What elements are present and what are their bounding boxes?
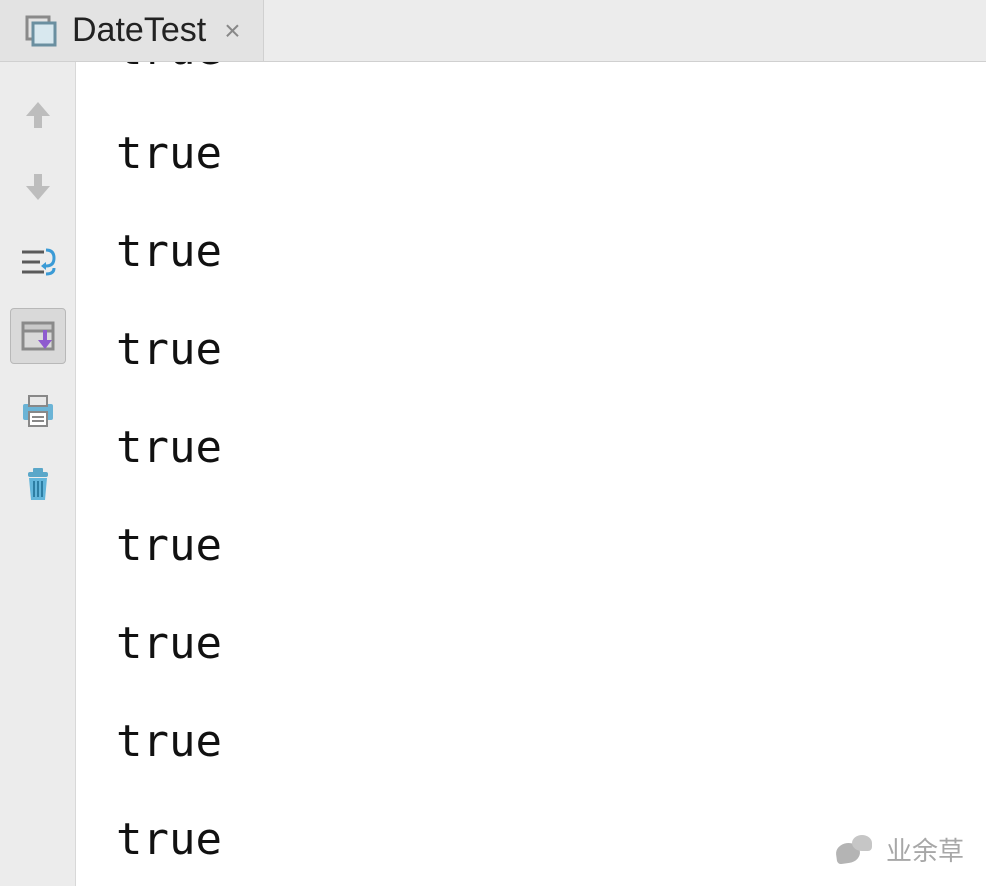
console-line: true	[116, 62, 986, 72]
tab-label: DateTest	[72, 11, 206, 50]
trash-icon	[18, 464, 58, 504]
run-config-icon	[24, 14, 58, 48]
console-line: true	[116, 426, 986, 470]
clear-all-button[interactable]	[10, 456, 66, 512]
tab-datetest[interactable]: DateTest ×	[0, 0, 264, 61]
console-line: true	[116, 230, 986, 274]
console-line: true	[116, 622, 986, 666]
soft-wrap-icon	[18, 242, 58, 282]
console-line: true	[116, 720, 986, 764]
arrow-down-button[interactable]	[10, 160, 66, 216]
arrow-up-icon	[20, 96, 56, 132]
print-icon	[18, 390, 58, 430]
soft-wrap-button[interactable]	[10, 234, 66, 290]
main-area: true true true true true true true true …	[0, 62, 986, 886]
print-button[interactable]	[10, 382, 66, 438]
scroll-to-end-icon	[18, 316, 58, 356]
console-toolbar	[0, 62, 76, 886]
watermark: 业余草	[836, 831, 964, 868]
arrow-down-icon	[20, 170, 56, 206]
watermark-text: 业余草	[886, 831, 964, 868]
console-output[interactable]: true true true true true true true true …	[76, 62, 986, 886]
wechat-icon	[836, 833, 876, 867]
console-line: true	[116, 132, 986, 176]
scroll-to-end-button[interactable]	[10, 308, 66, 364]
console-line: true	[116, 524, 986, 568]
close-icon[interactable]: ×	[220, 15, 244, 47]
tab-bar: DateTest ×	[0, 0, 986, 62]
arrow-up-button[interactable]	[10, 86, 66, 142]
console-line: true	[116, 328, 986, 372]
